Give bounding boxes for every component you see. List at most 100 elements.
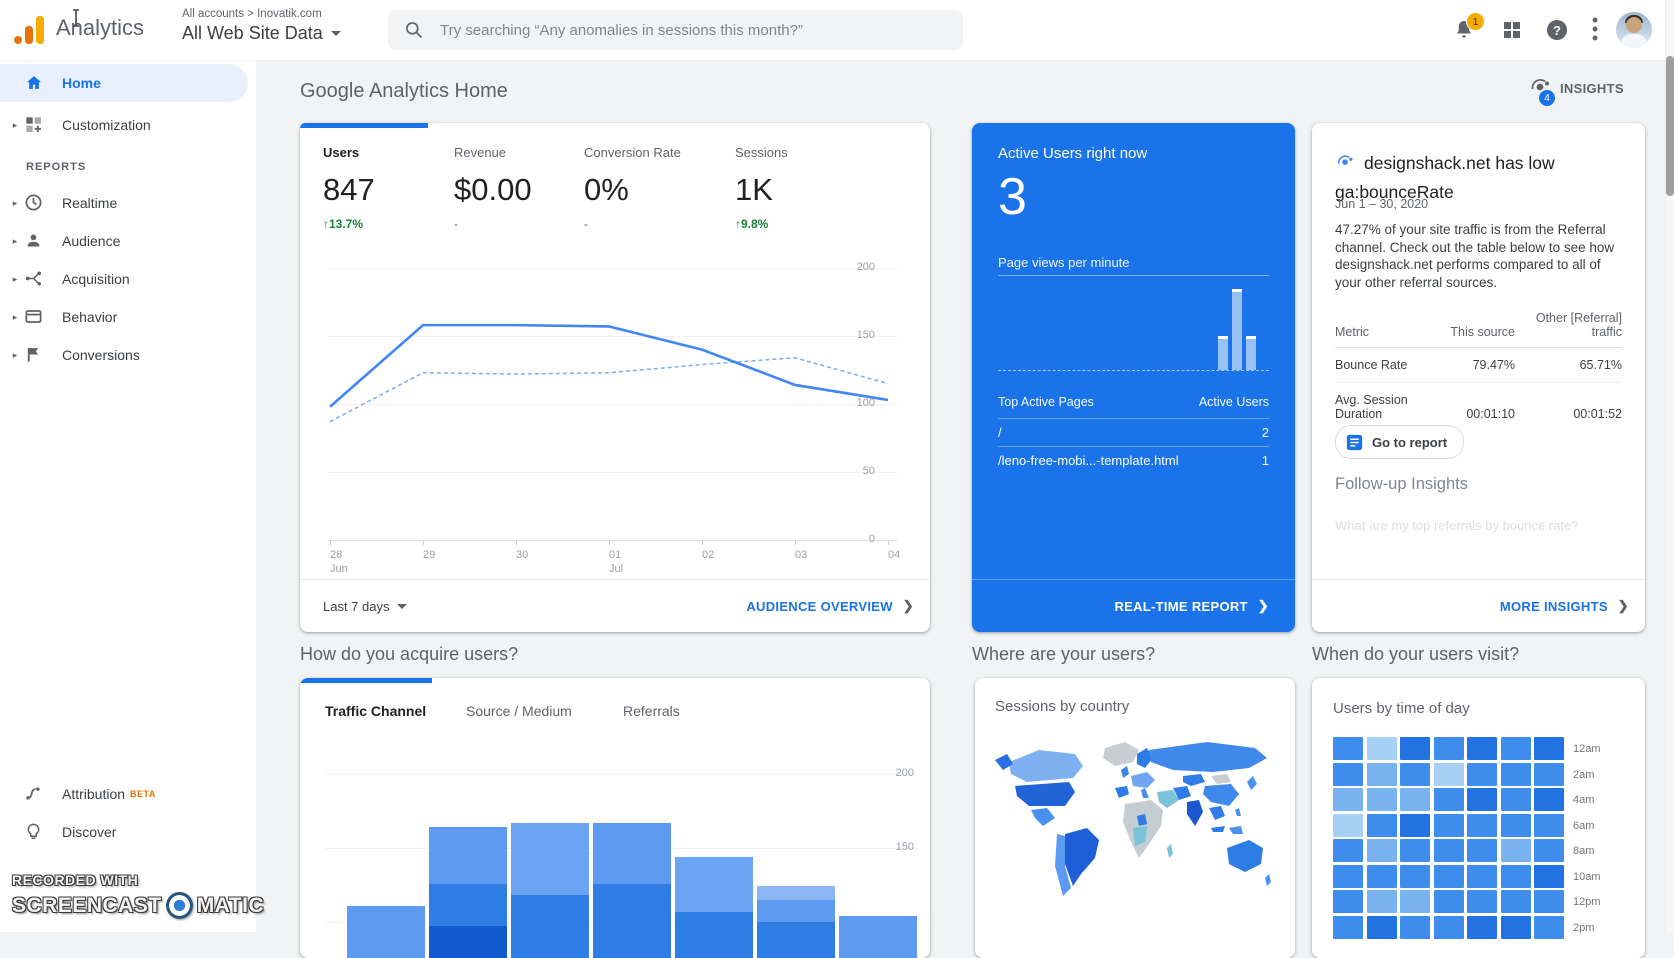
sidebar-item-home[interactable]: Home: [0, 64, 248, 102]
heatmap-cell: [1534, 839, 1564, 862]
sparkline-baseline: [998, 370, 1269, 371]
heatmap-cell: [1501, 916, 1531, 939]
heatmap-cell: [1501, 737, 1531, 760]
expand-arrow-icon: ▸: [8, 120, 22, 131]
acquisition-icon: [24, 269, 44, 289]
chevron-right-icon: ❯: [1258, 598, 1269, 614]
metric-value: 847: [323, 172, 375, 208]
heatmap-cell: [1367, 839, 1397, 862]
more-insights-link[interactable]: MORE INSIGHTS ❯: [1500, 598, 1629, 614]
active-page-row[interactable]: /leno-free-mobi...-template.html1: [998, 453, 1269, 468]
heatmap-cell: [1501, 763, 1531, 786]
date-range-selector[interactable]: Last 7 days: [323, 599, 407, 614]
go-to-report-label: Go to report: [1372, 435, 1447, 450]
metric-conversion-rate[interactable]: Conversion Rate0%-: [584, 145, 681, 231]
sidebar-item-discover[interactable]: Discover: [0, 813, 256, 851]
chevron-down-icon: [397, 604, 407, 609]
watermark-line1: RECORDED WITH: [12, 872, 252, 888]
search-bar[interactable]: [388, 10, 963, 50]
heatmap-cell: [1333, 916, 1363, 939]
pageviews-bar: [1232, 292, 1242, 370]
sidebar-item-conversions[interactable]: ▸Conversions: [0, 336, 256, 374]
active-page-row[interactable]: /2: [998, 425, 1269, 440]
google-analytics-logo-icon[interactable]: [13, 14, 45, 46]
heatmap-cell: [1367, 737, 1397, 760]
chevron-down-icon: [331, 31, 341, 36]
insight-table-row: Avg. Session Duration00:01:1000:01:52: [1335, 383, 1622, 431]
heatmap-cell: [1534, 890, 1564, 913]
audience-overview-label: AUDIENCE OVERVIEW: [746, 599, 892, 614]
active-page-path: /leno-free-mobi...-template.html: [998, 453, 1179, 468]
sidebar-item-customization[interactable]: ▸Customization: [0, 106, 256, 144]
tab-referrals[interactable]: Referrals: [623, 703, 680, 719]
tab-source-medium[interactable]: Source / Medium: [466, 703, 572, 719]
metric-label: Users: [323, 145, 375, 160]
property-selector[interactable]: All Web Site Data: [182, 23, 341, 44]
heatmap-row-label: 10am: [1573, 871, 1609, 883]
sidebar-item-label: Realtime: [62, 195, 117, 211]
heatmap-cell: [1467, 737, 1497, 760]
sidebar-item-behavior[interactable]: ▸Behavior: [0, 298, 256, 336]
go-to-report-button[interactable]: Go to report: [1335, 425, 1464, 459]
insight-metrics-table: MetricThis sourceOther [Referral]traffic…: [1335, 311, 1622, 431]
sidebar-item-label: Behavior: [62, 309, 117, 325]
x-axis-label: 30: [516, 548, 528, 562]
sidebar-section-label: REPORTS: [0, 150, 256, 184]
visit-card: Users by time of day 12am2am4am6am8am10a…: [1312, 678, 1645, 958]
world-map: [987, 730, 1283, 930]
traffic-channel-bar-segment: [757, 900, 835, 922]
heatmap-cell: [1367, 763, 1397, 786]
users-by-time-of-day-title: Users by time of day: [1333, 700, 1470, 717]
heatmap-row-label: 12pm: [1573, 896, 1609, 908]
realtime-icon: [24, 193, 44, 213]
active-users-count: 3: [998, 167, 1027, 227]
more-vertical-icon[interactable]: •••: [1589, 16, 1601, 40]
sidebar-item-label: Discover: [62, 824, 116, 840]
heatmap-cell: [1467, 890, 1497, 913]
sidebar-item-label: Audience: [62, 233, 120, 249]
apps-grid-icon[interactable]: [1500, 18, 1524, 42]
search-input[interactable]: [438, 21, 922, 40]
metric-sessions[interactable]: Sessions1K↑9.8%: [735, 145, 788, 231]
sidebar-item-audience[interactable]: ▸Audience: [0, 222, 256, 260]
followup-insights-title: Follow-up Insights: [1335, 475, 1468, 494]
followup-question-faded: What are my top referrals by bounce rate…: [1335, 518, 1579, 533]
avatar[interactable]: [1616, 12, 1652, 48]
other-traffic-cell: 65.71%: [1515, 358, 1622, 372]
breadcrumb[interactable]: All accounts > Inovatik.com: [182, 8, 341, 20]
heatmap-cell: [1501, 890, 1531, 913]
heatmap-cell: [1400, 814, 1430, 837]
sessions-by-country-title: Sessions by country: [995, 698, 1129, 715]
sidebar-item-attribution[interactable]: AttributionBETA: [0, 775, 256, 813]
audience-overview-link[interactable]: AUDIENCE OVERVIEW ❯: [746, 598, 914, 614]
heatmap-cell: [1467, 814, 1497, 837]
scrollbar-track[interactable]: [1665, 0, 1674, 932]
realtime-report-link[interactable]: REAL-TIME REPORT ❯: [1114, 598, 1269, 614]
metric-users[interactable]: Users847↑13.7%: [323, 145, 375, 231]
metric-delta: -: [454, 217, 532, 231]
heatmap-cell: [1333, 814, 1363, 837]
customization-icon: [24, 115, 44, 135]
insights-button[interactable]: 4 INSIGHTS: [1528, 76, 1624, 100]
metric-revenue[interactable]: Revenue$0.00-: [454, 145, 532, 231]
acquisition-card: Traffic ChannelSource / MediumReferrals …: [300, 678, 930, 958]
report-doc-icon: [1346, 434, 1363, 451]
insight-body-text: 47.27% of your site traffic is from the …: [1335, 221, 1624, 291]
heatmap-cell: [1534, 865, 1564, 888]
x-axis-label: 01Jul: [609, 548, 623, 576]
svg-text:?: ?: [1553, 23, 1561, 38]
text-cursor: [70, 8, 82, 28]
pageviews-bar: [1246, 339, 1256, 370]
metric-value: 1K: [735, 172, 788, 208]
help-icon[interactable]: ?: [1545, 18, 1569, 42]
sidebar-item-acquisition[interactable]: ▸Acquisition: [0, 260, 256, 298]
sidebar-item-realtime[interactable]: ▸Realtime: [0, 184, 256, 222]
insight-card: designshack.net has low ga:bounceRate Ju…: [1312, 123, 1645, 632]
realtime-card: Active Users right now 3 Page views per …: [972, 123, 1295, 632]
watermark-brand-left: SCREENCAST: [12, 894, 162, 918]
tab-traffic-channel[interactable]: Traffic Channel: [325, 703, 426, 719]
heatmap-cell: [1400, 865, 1430, 888]
scrollbar-thumb[interactable]: [1666, 56, 1674, 196]
heatmap-cell: [1367, 814, 1397, 837]
traffic-channel-bar-segment: [429, 926, 507, 958]
